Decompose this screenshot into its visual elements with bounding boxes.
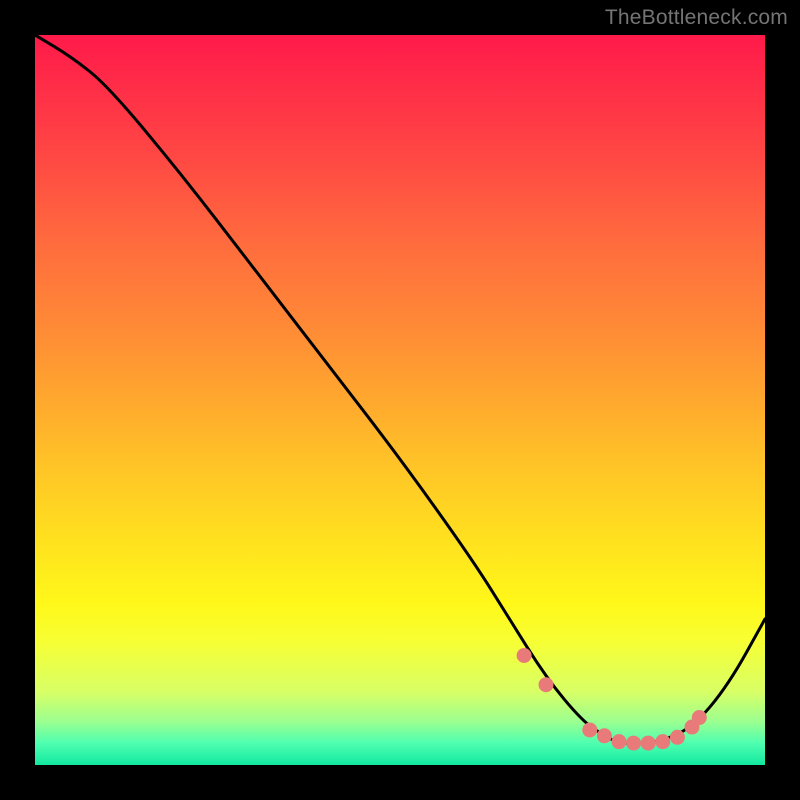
- watermark-text: TheBottleneck.com: [605, 6, 788, 30]
- curve-line: [35, 35, 765, 743]
- data-marker: [692, 710, 707, 725]
- chart-container: TheBottleneck.com: [0, 0, 800, 800]
- data-marker: [539, 677, 554, 692]
- data-marker: [582, 722, 597, 737]
- data-marker: [655, 734, 670, 749]
- chart-svg: [35, 35, 765, 765]
- data-marker: [626, 736, 641, 751]
- marker-group: [517, 648, 707, 751]
- plot-area: [35, 35, 765, 765]
- data-marker: [670, 730, 685, 745]
- data-marker: [612, 734, 627, 749]
- data-marker: [517, 648, 532, 663]
- data-marker: [597, 728, 612, 743]
- data-marker: [641, 736, 656, 751]
